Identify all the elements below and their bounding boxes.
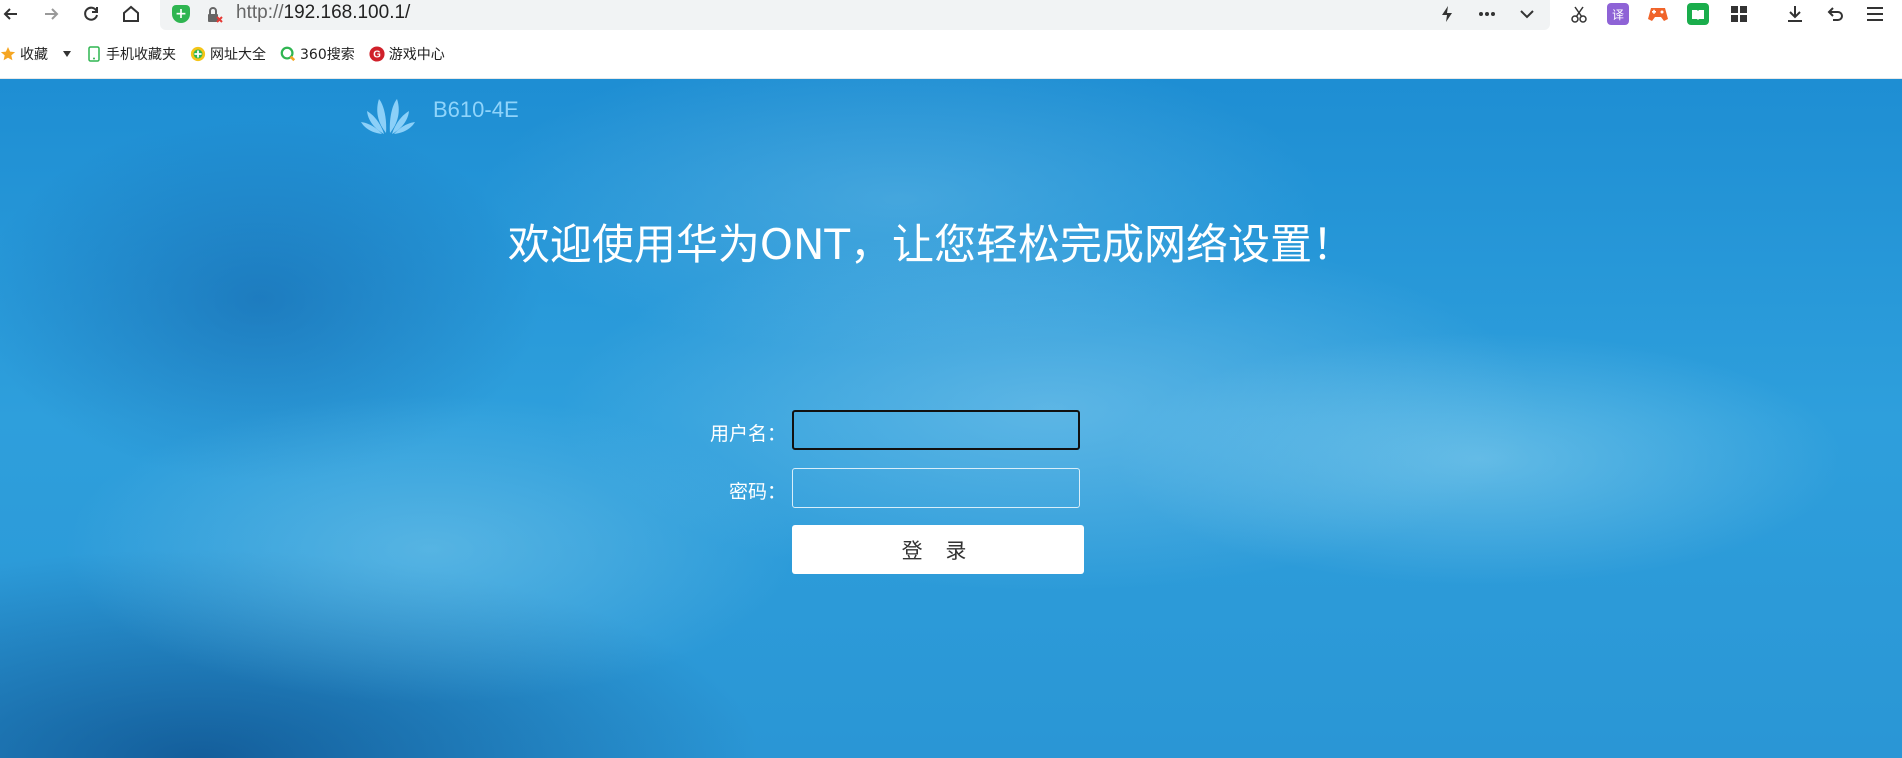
bookmark-label: 手机收藏夹 [106, 47, 176, 63]
url-scheme: http:// [236, 2, 284, 23]
username-label: 用户名： [709, 423, 786, 445]
home-button[interactable] [114, 0, 148, 28]
url-text[interactable]: http://192.168.100.1/ [236, 2, 410, 24]
book-extension-icon[interactable] [1687, 3, 1709, 25]
search-360-icon [280, 46, 296, 62]
password-label: 密码： [728, 481, 786, 503]
bookmark-360-search[interactable]: 360搜索 [280, 44, 355, 64]
url-host: 192.168.100.1/ [283, 2, 411, 23]
bookmark-label: 360搜索 [300, 47, 355, 63]
undo-icon[interactable] [1818, 0, 1852, 28]
device-model: B610-4E [433, 97, 519, 122]
address-bar[interactable]: + http://192.168.100.1/ [160, 0, 1550, 30]
ont-login-page: B610-4E 欢迎使用华为ONT，让您轻松完成网络设置！ 用户名： 密码： 登… [0, 79, 1902, 758]
reload-button[interactable] [74, 0, 108, 28]
bookmark-favorites[interactable]: 收藏 [0, 44, 72, 64]
apps-grid-icon[interactable] [1722, 0, 1756, 28]
home-icon [123, 5, 139, 22]
game-center-icon: G [369, 46, 385, 62]
star-icon [0, 46, 16, 62]
menu-icon[interactable] [1858, 0, 1892, 28]
huawei-logo [361, 99, 415, 134]
more-icon[interactable] [1470, 0, 1504, 28]
forward-arrow-icon [45, 8, 59, 20]
game-controller-icon[interactable] [1647, 3, 1669, 25]
bookmark-label: 游戏中心 [388, 47, 445, 63]
phone-icon [86, 46, 102, 62]
username-input[interactable] [792, 410, 1080, 450]
bookmark-label: 收藏 [20, 47, 48, 63]
welcome-heading: 欢迎使用华为ONT，让您轻松完成网络设置！ [507, 220, 1355, 269]
bookmark-game-center[interactable]: G 游戏中心 [369, 44, 445, 64]
dropdown-arrow-icon[interactable] [62, 46, 72, 62]
translate-icon[interactable]: 译 [1607, 3, 1629, 25]
reload-icon [84, 6, 98, 21]
bookmark-label: 网址大全 [210, 47, 266, 63]
browser-toolbar: + http://192.168.100.1/ 译 [0, 0, 1902, 30]
security-shield-icon[interactable]: + [172, 5, 190, 23]
bookmark-site-nav[interactable]: 网址大全 [190, 44, 266, 64]
svg-text:G: G [373, 50, 381, 61]
back-arrow-icon [3, 8, 17, 20]
password-input[interactable] [792, 468, 1080, 508]
bookmarks-bar: 收藏 手机收藏夹 网址大全 360搜索 G 游戏中心 [0, 30, 1902, 79]
download-icon[interactable] [1778, 0, 1812, 28]
forward-button[interactable] [34, 0, 68, 28]
insecure-lock-icon[interactable] [206, 6, 224, 24]
lightning-icon[interactable] [1430, 0, 1464, 28]
back-button[interactable] [0, 0, 28, 28]
login-button[interactable]: 登 录 [792, 525, 1084, 574]
site-nav-icon [190, 46, 206, 62]
scissors-icon[interactable] [1562, 0, 1596, 28]
chevron-down-icon[interactable] [1510, 0, 1544, 28]
bookmark-mobile[interactable]: 手机收藏夹 [86, 44, 176, 64]
